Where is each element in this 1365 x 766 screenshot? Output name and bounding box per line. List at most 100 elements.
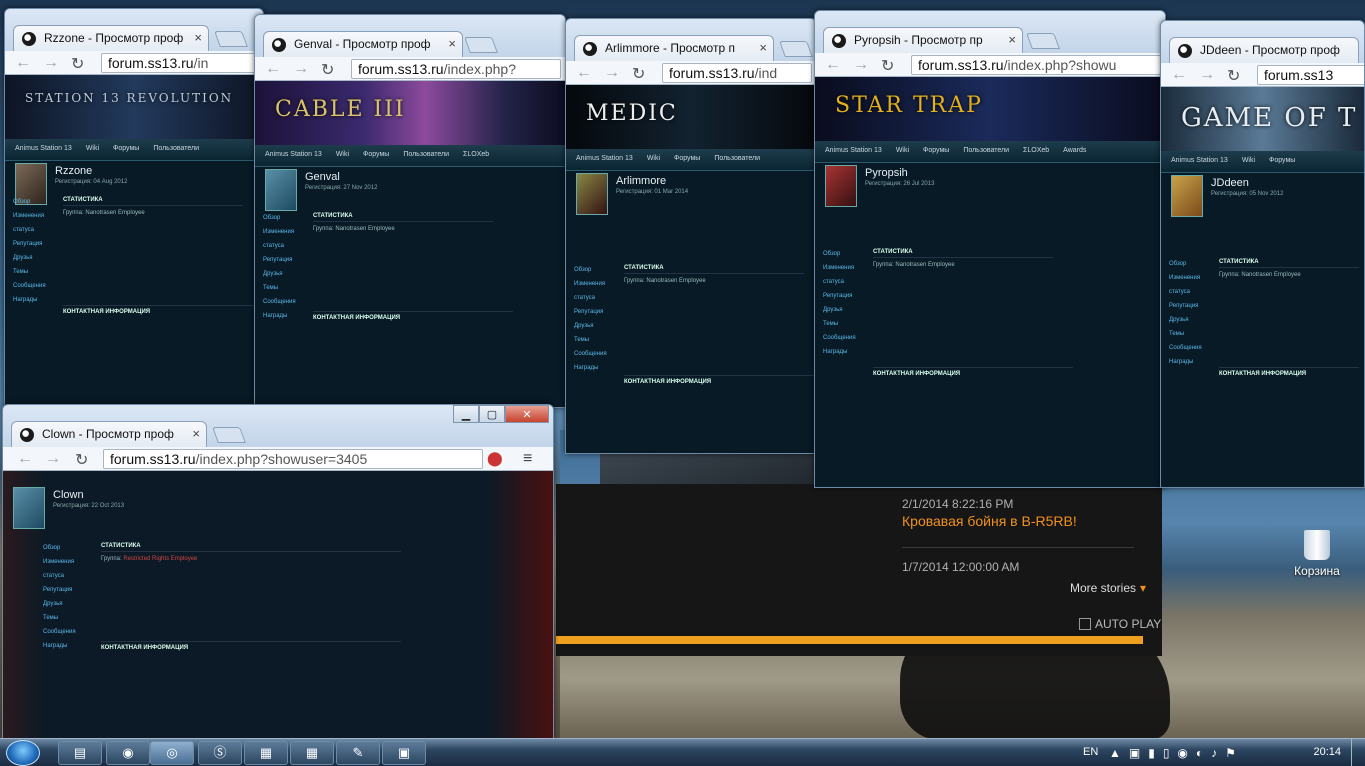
taskbar: ▤ ◉ ◎ Ⓢ ▦ ▦ ✎ ▣ EN ▲▣▮▯◉◐♪⚑ 20:14 xyxy=(0,738,1365,766)
back-icon[interactable]: ← xyxy=(825,56,841,74)
browser-window-rzzone[interactable]: Rzzone - Просмотр проф × ← → ↻ forum.ss13… xyxy=(4,8,264,406)
address-bar[interactable]: forum.ss13.ru/in xyxy=(101,53,261,73)
steam-taskbar-button[interactable]: ◉ xyxy=(106,741,150,765)
address-bar[interactable]: forum.ss13.ru/index.php?showu xyxy=(911,55,1161,75)
new-tab-button[interactable] xyxy=(212,427,246,443)
tab-clown[interactable]: Clown - Просмотр проф × xyxy=(11,421,207,447)
reload-icon[interactable]: ↻ xyxy=(321,60,334,80)
menu-icon[interactable]: ≡ xyxy=(523,450,532,468)
forum-page: Clown Регистрация: 22 Oct 2013 Обзор Изме… xyxy=(3,471,553,739)
recycle-bin-icon xyxy=(1304,530,1330,560)
forward-icon[interactable]: → xyxy=(293,60,309,78)
username: Pyropsih xyxy=(865,167,908,179)
address-bar[interactable]: forum.ss13.ru/index.php?showuser=3405 xyxy=(103,449,483,469)
forum-page: CABLE III Animus Station 13 Wiki Форумы Пол… xyxy=(255,81,565,407)
window-controls: ▁ ▢ ✕ xyxy=(453,405,549,423)
app-taskbar-button-3[interactable]: ▣ xyxy=(382,741,426,765)
reload-icon[interactable]: ↻ xyxy=(881,56,894,76)
forum-page: STATION 13 REVOLUTION Animus Station 13 W… xyxy=(5,75,263,405)
app-taskbar-button[interactable]: ▦ xyxy=(244,741,288,765)
favicon-icon xyxy=(20,428,34,442)
forum-page: STAR TRAP Animus Station 13 Wiki Форумы Пол… xyxy=(815,77,1165,487)
new-tab-button[interactable] xyxy=(464,37,498,53)
username: Clown xyxy=(53,489,84,501)
forward-icon[interactable]: → xyxy=(604,64,620,82)
back-icon[interactable]: ← xyxy=(15,54,31,72)
tab-genval[interactable]: Genval - Просмотр проф × xyxy=(263,31,463,57)
browser-window-pyropsih[interactable]: Pyropsih - Просмотр пр × ← → ↻ forum.ss13… xyxy=(814,10,1166,488)
forward-icon[interactable]: → xyxy=(45,450,61,468)
show-desktop-button[interactable] xyxy=(1351,739,1365,766)
maximize-button[interactable]: ▢ xyxy=(479,405,505,423)
browser-window-jddeen[interactable]: JDdeen - Просмотр проф ← → ↻ forum.ss13 … xyxy=(1160,20,1365,488)
username: JDdeen xyxy=(1211,177,1249,189)
tool-taskbar-button[interactable]: ✎ xyxy=(336,741,380,765)
browser-window-clown[interactable]: ▁ ▢ ✕ Clown - Просмотр проф × ← → ↻ forum… xyxy=(2,404,554,740)
new-tab-button[interactable] xyxy=(779,41,813,57)
username: Genval xyxy=(305,171,340,183)
tab-pyropsih[interactable]: Pyropsih - Просмотр пр × xyxy=(823,27,1023,53)
language-indicator[interactable]: EN xyxy=(1083,746,1098,758)
close-tab-icon[interactable]: × xyxy=(759,40,767,55)
username: Rzzone xyxy=(55,165,93,177)
favicon-icon xyxy=(272,38,286,52)
back-icon[interactable]: ← xyxy=(576,64,592,82)
tab-arlimmore[interactable]: Arlimmore - Просмотр п × xyxy=(574,35,774,61)
close-tab-icon[interactable]: × xyxy=(194,30,202,45)
username: Arlimmore xyxy=(616,175,667,187)
checkbox xyxy=(1079,618,1091,630)
back-icon[interactable]: ← xyxy=(17,450,33,468)
address-bar[interactable]: forum.ss13.ru/ind xyxy=(662,63,812,83)
clock[interactable]: 20:14 xyxy=(1313,746,1341,758)
adblock-icon[interactable]: ⬤ xyxy=(487,450,503,467)
forum-page: GAME OF T Animus Station 13 Wiki Форумы JD… xyxy=(1161,87,1364,487)
address-bar[interactable]: forum.ss13 xyxy=(1257,65,1364,85)
more-stories-link[interactable]: More stories ▾ xyxy=(1070,581,1146,595)
autoplay-toggle[interactable]: AUTO PLAY xyxy=(1079,617,1161,631)
forward-icon[interactable]: → xyxy=(1199,66,1215,84)
divider xyxy=(902,547,1134,548)
recycle-bin[interactable]: Корзина xyxy=(1290,530,1344,578)
news-widget: 2/1/2014 8:22:16 PM Кровавая бойня в B-R… xyxy=(556,484,1162,656)
tab-jddeen[interactable]: JDdeen - Просмотр проф xyxy=(1169,37,1359,63)
chrome-taskbar-button[interactable]: ◎ xyxy=(150,741,194,765)
new-tab-button[interactable] xyxy=(1026,33,1060,49)
address-bar[interactable]: forum.ss13.ru/index.php? xyxy=(351,59,561,79)
reload-icon[interactable]: ↻ xyxy=(75,450,88,470)
avatar xyxy=(13,487,45,529)
new-tab-button[interactable] xyxy=(214,31,248,47)
back-icon[interactable]: ← xyxy=(1171,66,1187,84)
tab-rzzone[interactable]: Rzzone - Просмотр проф × xyxy=(13,25,209,51)
tray-icons[interactable]: ▲▣▮▯◉◐♪⚑ xyxy=(1109,746,1244,760)
browser-window-genval[interactable]: Genval - Просмотр проф × ← → ↻ forum.ss13… xyxy=(254,14,566,408)
close-tab-icon[interactable]: × xyxy=(192,426,200,441)
start-button[interactable] xyxy=(6,740,40,766)
avatar xyxy=(825,165,857,207)
avatar xyxy=(1171,175,1203,217)
favicon-icon xyxy=(832,34,846,48)
news-time-2: 1/7/2014 12:00:00 AM xyxy=(902,560,1020,574)
favicon-icon xyxy=(583,42,597,56)
news-headline[interactable]: Кровавая бойня в B-R5RB! xyxy=(902,513,1077,529)
app-taskbar-button-2[interactable]: ▦ xyxy=(290,741,334,765)
reload-icon[interactable]: ↻ xyxy=(1227,66,1240,86)
favicon-icon xyxy=(22,32,36,46)
close-tab-icon[interactable]: × xyxy=(448,36,456,51)
browser-window-arlimmore[interactable]: Arlimmore - Просмотр п × ← → ↻ forum.ss13… xyxy=(565,18,817,454)
forum-page: MEDIC Animus Station 13 Wiki Форумы Пользов… xyxy=(566,85,816,453)
forward-icon[interactable]: → xyxy=(43,54,59,72)
system-tray: EN ▲▣▮▯◉◐♪⚑ 20:14 xyxy=(1075,739,1365,766)
reload-icon[interactable]: ↻ xyxy=(632,64,645,84)
close-window-button[interactable]: ✕ xyxy=(505,405,549,423)
avatar xyxy=(576,173,608,215)
close-tab-icon[interactable]: × xyxy=(1008,32,1016,47)
forward-icon[interactable]: → xyxy=(853,56,869,74)
news-time-1: 2/1/2014 8:22:16 PM xyxy=(902,497,1014,511)
minimize-button[interactable]: ▁ xyxy=(453,405,479,423)
explorer-taskbar-button[interactable]: ▤ xyxy=(58,741,102,765)
avatar xyxy=(265,169,297,211)
chevron-down-icon: ▾ xyxy=(1140,581,1147,595)
skype-taskbar-button[interactable]: Ⓢ xyxy=(198,741,242,765)
back-icon[interactable]: ← xyxy=(265,60,281,78)
reload-icon[interactable]: ↻ xyxy=(71,54,84,74)
